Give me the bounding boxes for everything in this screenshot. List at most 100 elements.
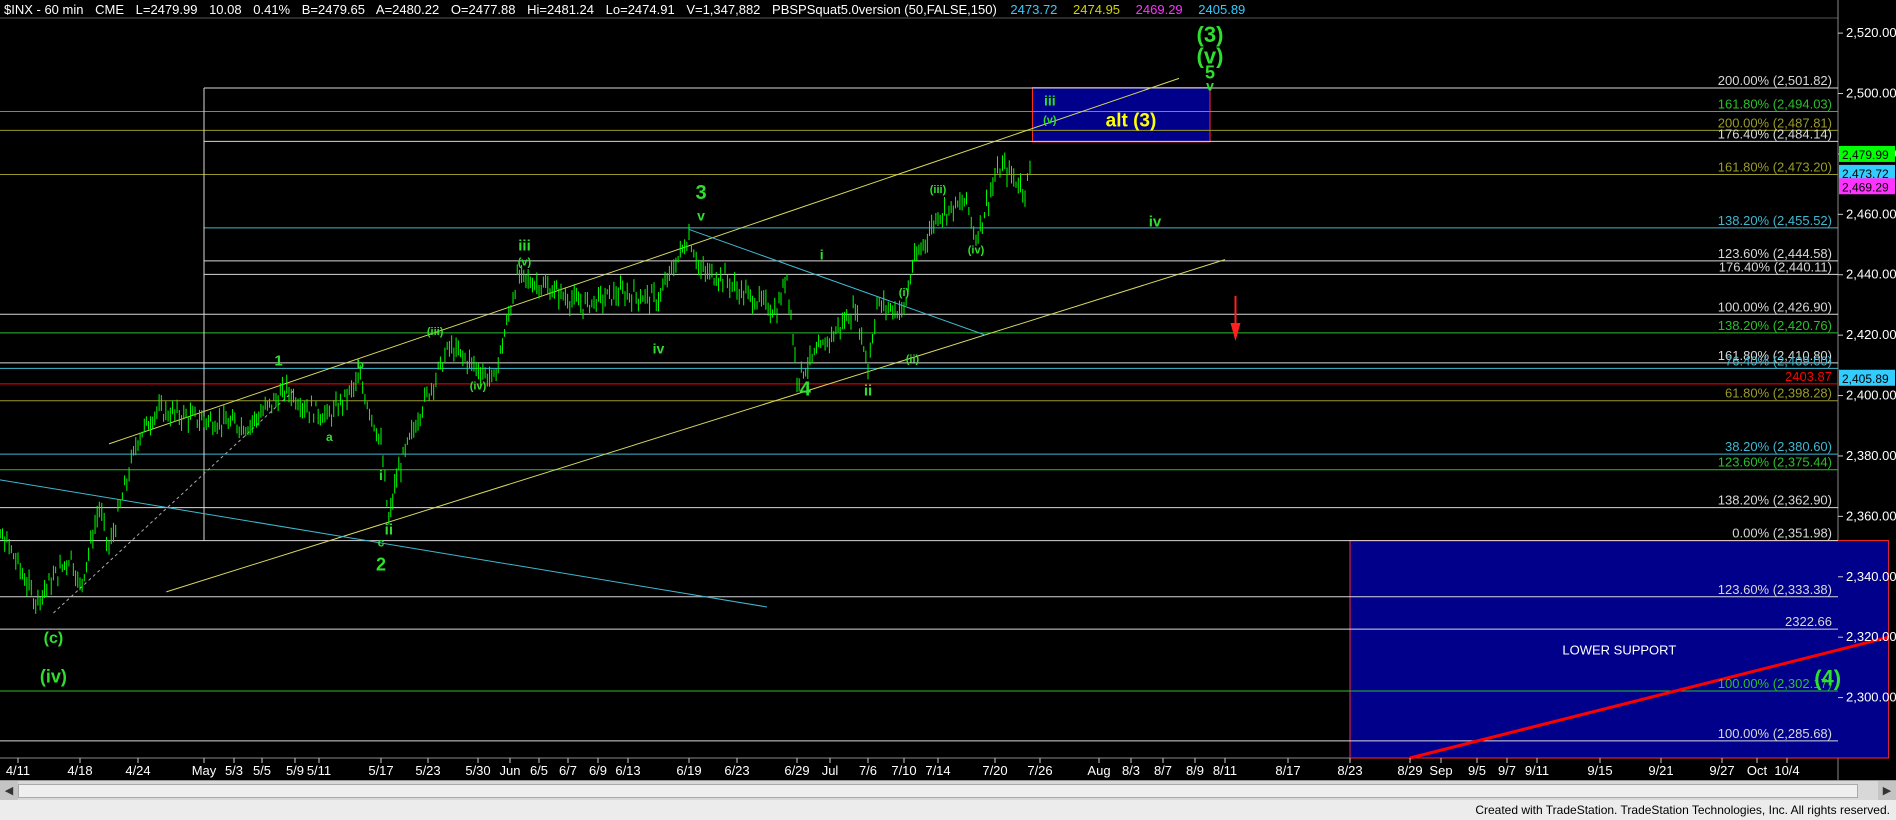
header-open: O=2477.88: [451, 2, 516, 17]
wave-label: (ii): [906, 353, 920, 365]
wave-label: (iv): [470, 381, 487, 393]
time-tick-label: 6/23: [724, 763, 749, 778]
time-tick-label: 8/7: [1154, 763, 1172, 778]
time-tick-label: Oct: [1747, 763, 1768, 778]
wave-label: i: [820, 247, 824, 263]
time-tick-label: 7/6: [859, 763, 877, 778]
fib-label: 76.40% (2,409.00): [1725, 353, 1832, 368]
wave-label: (iv): [40, 666, 67, 686]
header-symbol: $INX - 60 min: [4, 2, 83, 17]
fib-label: 161.80% (2,473.20): [1718, 159, 1832, 174]
header-change-pct: 0.41%: [253, 2, 290, 17]
wave-label: (iv): [968, 245, 985, 257]
fib-label: 138.20% (2,455.52): [1718, 213, 1832, 228]
time-tick-label: 6/5: [530, 763, 548, 778]
wave-label: 3: [695, 182, 706, 204]
wave-label: (iii): [427, 326, 444, 338]
time-tick-label: Sep: [1429, 763, 1452, 778]
fib-label: 2403.87: [1785, 369, 1832, 384]
time-tick-label: 9/27: [1709, 763, 1734, 778]
fib-label: 100.00% (2,285.68): [1718, 726, 1832, 741]
fib-label: 161.80% (2,494.03): [1718, 97, 1832, 112]
time-tick-label: 10/4: [1774, 763, 1799, 778]
time-tick-label: 9/11: [1525, 763, 1549, 778]
time-tick-label: 8/23: [1337, 763, 1362, 778]
fib-label: 138.20% (2,362.90): [1718, 493, 1832, 508]
header-exchange: CME: [95, 2, 124, 17]
time-tick-label: 9/7: [1498, 763, 1516, 778]
price-tick-label: 2,440.00: [1846, 267, 1896, 282]
header-change: 10.08: [209, 2, 242, 17]
header-indicator: PBSPSquat5.0version (50,FALSE,150): [772, 2, 997, 17]
wave-label: iv: [653, 340, 665, 356]
time-tick-label: May: [192, 763, 217, 778]
time-tick-label: 6/13: [615, 763, 640, 778]
credit-text: Created with TradeStation. TradeStation …: [1475, 803, 1890, 817]
time-tick-label: 9/5: [1468, 763, 1486, 778]
chart-header: $INX - 60 min CME L=2479.99 10.08 0.41% …: [4, 2, 1245, 17]
header-volume: V=1,347,882: [686, 2, 760, 17]
time-tick-label: 5/3: [225, 763, 243, 778]
wave-label: iv: [1149, 213, 1162, 230]
header-low: Lo=2474.91: [606, 2, 675, 17]
time-tick-label: 6/7: [559, 763, 577, 778]
price-tick-label: 2,340.00: [1846, 569, 1896, 584]
fib-label: 100.00% (2,426.90): [1718, 299, 1832, 314]
time-tick-label: Jul: [822, 763, 839, 778]
price-tick-label: 2,380.00: [1846, 448, 1896, 463]
fib-label: 38.20% (2,380.60): [1725, 439, 1832, 454]
time-tick-label: 7/26: [1027, 763, 1052, 778]
wave-label: v: [1206, 77, 1214, 93]
header-last: L=2479.99: [136, 2, 198, 17]
scroll-thumb[interactable]: [18, 784, 1858, 798]
time-tick-label: 4/18: [67, 763, 92, 778]
price-tick-label: 2,500.00: [1846, 86, 1896, 101]
status-bar: Created with TradeStation. TradeStation …: [0, 800, 1896, 820]
fib-label: 176.40% (2,440.11): [1719, 259, 1832, 274]
time-tick-label: 5/5: [253, 763, 271, 778]
time-tick-label: 4/11: [6, 763, 30, 778]
wave-label: (i): [899, 287, 910, 299]
header-ind-value: 2474.95: [1073, 2, 1120, 17]
wave-label: v: [697, 207, 705, 223]
header-bid: B=2479.65: [302, 2, 365, 17]
time-tick-label: 7/20: [982, 763, 1007, 778]
wave-label: i: [379, 467, 383, 483]
price-tick-label: 2,360.00: [1846, 508, 1896, 523]
wave-label: ii: [864, 383, 872, 400]
header-ind-value: 2469.29: [1136, 2, 1183, 17]
wave-label: (4): [1814, 666, 1841, 691]
wave-label: (c): [44, 630, 64, 647]
horizontal-scrollbar[interactable]: ◀ ▶: [0, 780, 1896, 801]
scroll-right-button[interactable]: ▶: [1878, 781, 1896, 801]
time-tick-label: 6/29: [784, 763, 809, 778]
wave-label: (v): [518, 257, 532, 269]
time-tick-label: 9/15: [1587, 763, 1612, 778]
time-tick-label: 8/29: [1397, 763, 1422, 778]
wave-label: a: [326, 430, 333, 444]
price-tick-label: 2,460.00: [1846, 206, 1896, 221]
price-chart[interactable]: LOWER SUPPORT 200.00% (2,501.82) 161.80% …: [0, 0, 1896, 780]
fib-label: 0.00% (2,351.98): [1732, 526, 1832, 541]
time-tick-label: 6/19: [676, 763, 701, 778]
price-flag-label: 2,405.89: [1842, 372, 1889, 386]
wave-label: b: [357, 357, 364, 371]
time-tick-label: 5/23: [415, 763, 440, 778]
scroll-left-button[interactable]: ◀: [0, 781, 18, 801]
time-tick-label: 8/11: [1213, 763, 1237, 778]
fib-label: 176.40% (2,484.14): [1718, 126, 1832, 141]
wave-label: iii: [518, 238, 531, 255]
time-tick-label: Jun: [500, 763, 521, 778]
header-high: Hi=2481.24: [527, 2, 594, 17]
wave-label: 2: [376, 555, 386, 575]
price-flag-label: 2,469.29: [1842, 180, 1889, 194]
time-tick-label: 5/9: [286, 763, 304, 778]
price-flag-label: 2,479.99: [1842, 148, 1889, 162]
fib-label: 200.00% (2,501.82): [1718, 73, 1832, 88]
box-label: LOWER SUPPORT: [1562, 642, 1676, 657]
time-tick-label: 4/24: [125, 763, 150, 778]
fib-label: 138.20% (2,420.76): [1718, 318, 1832, 333]
header-ind-value: 2473.72: [1010, 2, 1057, 17]
time-tick-label: 7/14: [925, 763, 950, 778]
price-tick-label: 2,300.00: [1846, 690, 1896, 705]
